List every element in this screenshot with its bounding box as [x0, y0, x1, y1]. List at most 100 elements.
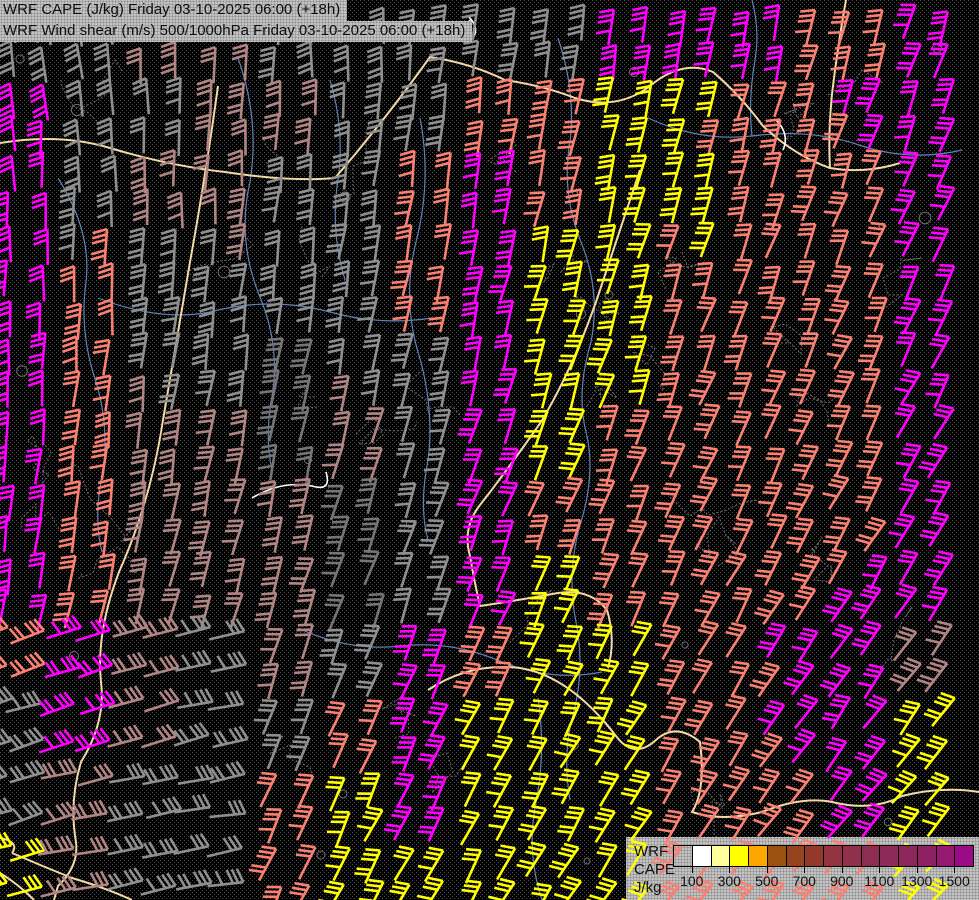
title-cape-line: WRF CAPE (J/kg) Friday 03-10-2025 06:00 …: [0, 0, 347, 21]
wind-barb: [522, 336, 545, 374]
wind-barb: [549, 765, 578, 803]
wind-barb: [208, 651, 246, 672]
wind-barb: [889, 697, 920, 735]
wind-barb: [298, 227, 314, 264]
wind-barb: [754, 329, 781, 368]
wind-barb: [98, 263, 113, 299]
legend-tick-label: 100: [680, 873, 703, 889]
wind-barb: [454, 553, 481, 592]
wind-barb: [594, 153, 614, 191]
legend-label-wrf: WRF: [634, 843, 668, 860]
wind-barb: [253, 590, 276, 628]
wind-barb: [221, 446, 242, 484]
wind-barb: [191, 443, 214, 481]
wind-barb: [156, 548, 180, 587]
wind-barb: [826, 367, 854, 406]
wind-barb: [329, 82, 344, 118]
wind-barb: [658, 547, 684, 586]
wind-barb: [461, 264, 482, 302]
wind-barb: [891, 440, 920, 478]
wind-barb: [62, 337, 76, 373]
wind-barb: [388, 585, 411, 623]
wind-barb: [393, 223, 412, 261]
wind-barb: [450, 697, 480, 735]
wind-barb: [379, 878, 409, 900]
wind-barb: [660, 115, 684, 154]
wind-barb: [69, 799, 107, 819]
wind-barb: [532, 40, 550, 77]
wind-barb: [459, 39, 478, 77]
wind-barb: [917, 583, 947, 621]
wind-barb: [691, 39, 713, 77]
wind-barb: [63, 44, 83, 82]
wind-barb: [921, 477, 950, 515]
wind-barb: [128, 263, 145, 300]
wind-barb: [784, 582, 815, 620]
wind-barb: [175, 688, 213, 708]
legend-color-cell: [936, 845, 956, 867]
wind-barb: [21, 447, 41, 485]
wind-barb: [585, 335, 612, 374]
wind-barb: [554, 474, 582, 512]
wind-barb: [690, 587, 720, 625]
wind-barb: [170, 721, 209, 745]
wind-barb: [159, 330, 180, 368]
wind-barb: [921, 689, 955, 726]
wind-barb: [621, 184, 645, 223]
wind-barb: [360, 590, 384, 629]
wind-barb: [359, 368, 379, 406]
wind-barb: [352, 803, 382, 841]
wind-barb: [922, 370, 949, 409]
wind-barb: [96, 79, 114, 116]
wind-barb: [456, 590, 483, 629]
wind-barb: [174, 869, 212, 889]
wind-barb: [64, 303, 81, 340]
wind-barb: [287, 841, 316, 879]
wind-barb: [292, 445, 312, 483]
wind-barb: [490, 332, 511, 370]
wind-barb: [460, 334, 480, 372]
wind-barb: [413, 843, 443, 881]
wind-barb: [58, 223, 74, 260]
wind-barb: [651, 766, 681, 804]
legend-color-cell: [786, 845, 806, 867]
wind-barb: [787, 624, 818, 662]
wind-barb: [389, 403, 412, 441]
wind-barb: [462, 151, 481, 189]
wind-barb: [584, 804, 615, 842]
wind-barb: [33, 229, 47, 265]
wind-barb: [137, 723, 176, 747]
wind-barb: [96, 478, 113, 515]
wind-barb: [497, 40, 518, 78]
wind-barb: [613, 732, 645, 770]
wind-barb: [330, 152, 347, 189]
wind-barb: [863, 40, 885, 78]
wind-barb: [325, 295, 343, 332]
wind-barb: [823, 262, 850, 301]
wind-barb: [594, 7, 613, 45]
wind-barb: [817, 471, 848, 509]
wind-barb: [930, 75, 954, 114]
wind-barb: [916, 440, 947, 478]
wind-barb: [427, 406, 450, 444]
cape-colorbar: [673, 845, 973, 867]
wind-barb: [383, 842, 414, 880]
wind-barb: [296, 188, 313, 225]
wind-barb: [0, 83, 14, 120]
wind-barb: [0, 652, 7, 678]
wind-barb: [853, 74, 880, 113]
wind-barb: [6, 837, 45, 861]
wind-barb: [725, 147, 748, 185]
wind-barb: [492, 444, 517, 483]
wind-barb: [820, 584, 852, 622]
wind-barb: [556, 118, 579, 156]
legend-color-cell: [954, 845, 974, 867]
wind-barb: [596, 298, 618, 336]
wind-barb: [784, 514, 812, 552]
wind-barb: [789, 257, 814, 296]
wind-barb: [416, 731, 445, 769]
wind-barb: [820, 296, 848, 334]
wind-barb: [158, 481, 180, 519]
wind-barb: [70, 836, 108, 855]
wind-barb: [853, 473, 881, 512]
